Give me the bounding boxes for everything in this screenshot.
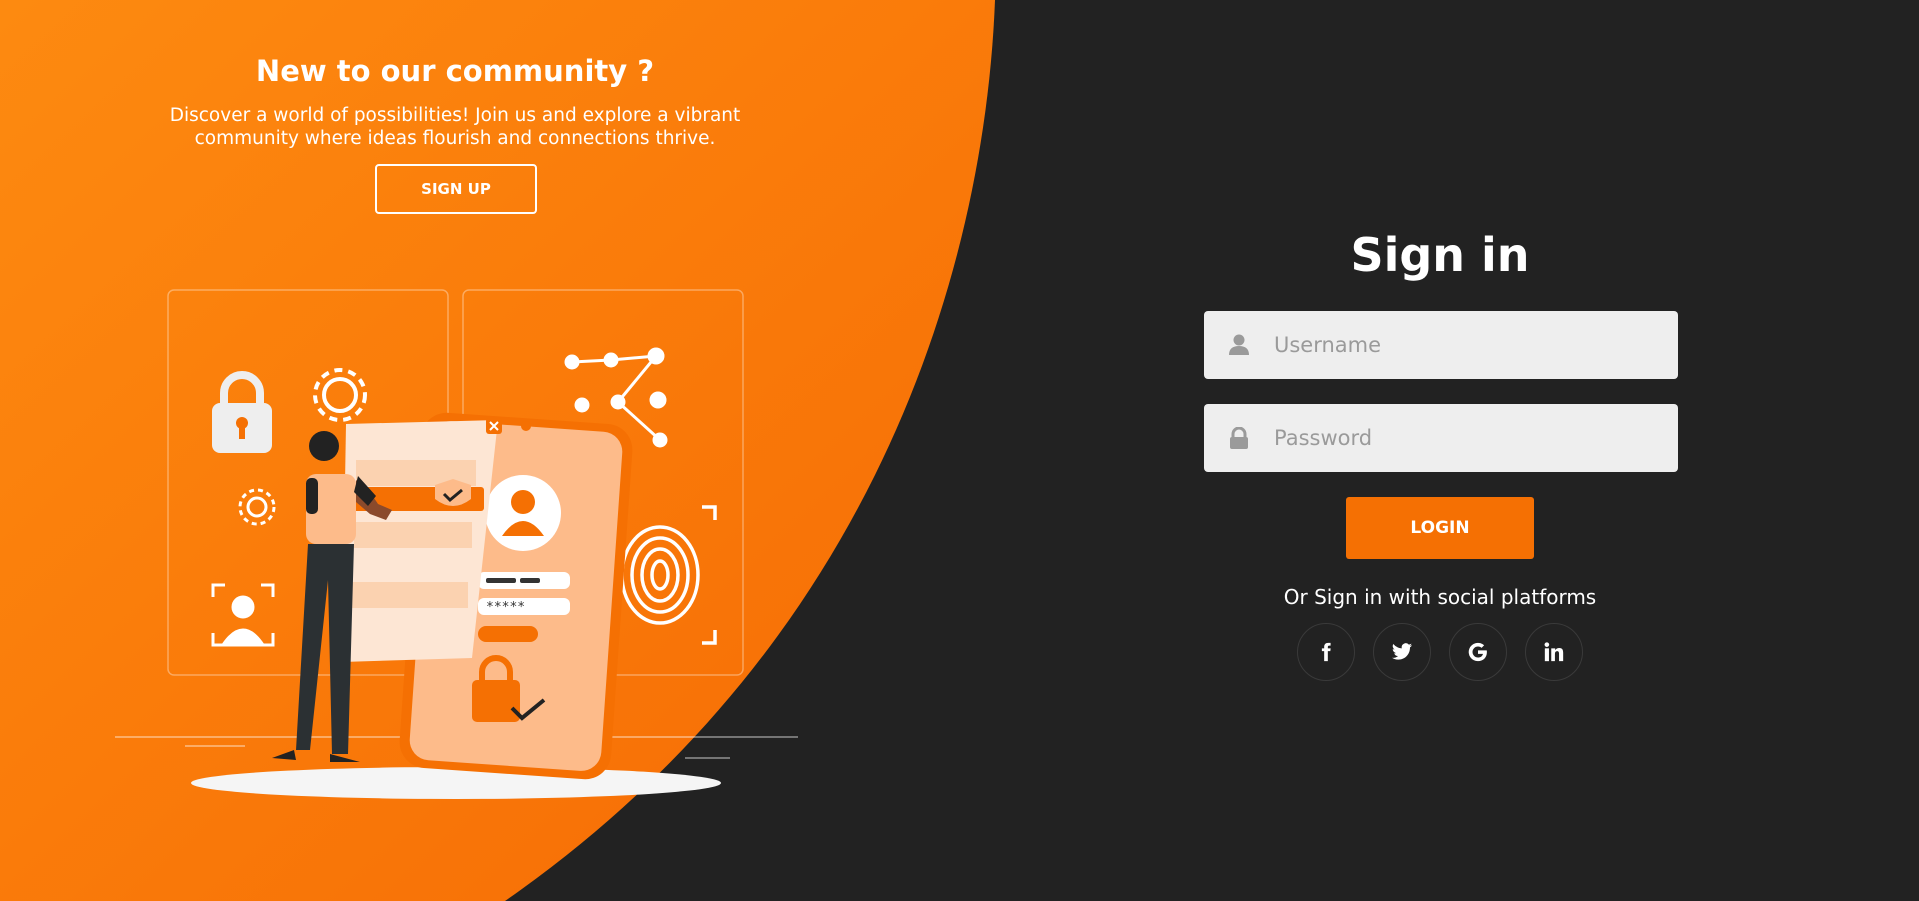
linkedin-icon <box>1544 642 1564 662</box>
facebook-button[interactable] <box>1297 623 1355 681</box>
social-buttons <box>1297 623 1583 681</box>
google-icon <box>1468 642 1487 662</box>
signin-title: Sign in <box>1350 228 1530 282</box>
gear-icon <box>238 488 276 526</box>
login-button[interactable]: LOGIN <box>1346 497 1534 559</box>
linkedin-button[interactable] <box>1525 623 1583 681</box>
svg-text:*****: ***** <box>486 600 525 615</box>
twitter-button[interactable] <box>1373 623 1431 681</box>
promo-description: Discover a world of possibilities! Join … <box>169 105 741 149</box>
signup-button[interactable]: SIGN UP <box>375 164 537 214</box>
twitter-icon <box>1391 643 1413 660</box>
gear-icon <box>313 368 367 422</box>
ground-shadow <box>191 767 721 799</box>
face-id-icon <box>211 583 275 647</box>
social-signin-text: Or Sign in with social platforms <box>1283 585 1597 609</box>
google-button[interactable] <box>1449 623 1507 681</box>
user-icon <box>1204 334 1274 356</box>
username-field[interactable] <box>1204 311 1678 379</box>
password-input[interactable] <box>1274 426 1654 450</box>
username-input[interactable] <box>1274 333 1654 357</box>
padlock-icon <box>212 371 272 453</box>
password-field[interactable] <box>1204 404 1678 472</box>
security-login-illustration: ***** <box>115 289 798 799</box>
facebook-icon <box>1321 642 1331 662</box>
left-promo-panel: New to our community ? Discover a world … <box>0 0 910 240</box>
lock-icon <box>1204 427 1274 449</box>
promo-title: New to our community ? <box>255 54 655 88</box>
